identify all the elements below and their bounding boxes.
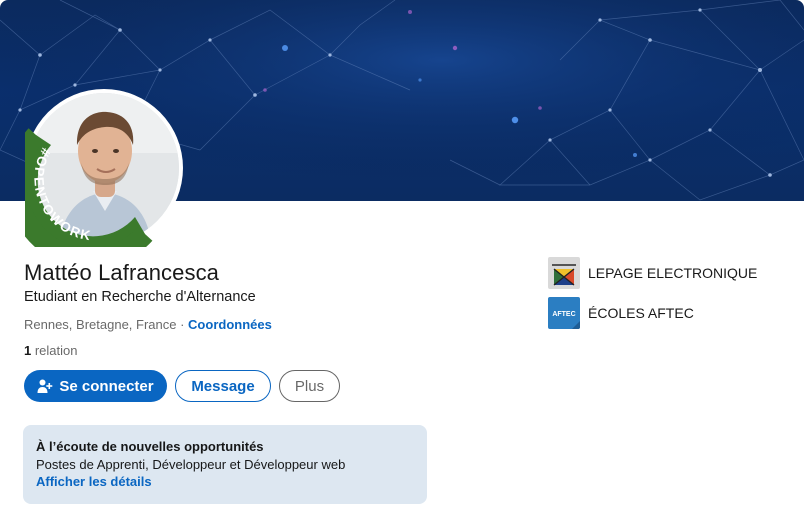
contact-info-link[interactable]: Coordonnées — [188, 317, 272, 332]
open-to-work-roles: Postes de Apprenti, Développeur et Dével… — [36, 457, 346, 472]
aftec-logo-icon: AFTEC — [548, 297, 580, 329]
aftec-logo-text: AFTEC — [552, 311, 575, 318]
connect-button[interactable]: Se connecter — [24, 370, 167, 402]
open-to-work-frame: #OPENTOWORK — [25, 128, 153, 247]
open-to-work-title: À l’écoute de nouvelles opportunités — [36, 439, 264, 454]
more-button[interactable]: Plus — [279, 370, 340, 402]
add-person-icon — [37, 379, 53, 393]
education-school[interactable]: AFTEC ÉCOLES AFTEC — [548, 297, 694, 329]
location-separator: · — [176, 317, 189, 332]
profile-location-line: Rennes, Bretagne, France · Coordonnées — [24, 317, 272, 332]
profile-location: Rennes, Bretagne, France — [24, 317, 177, 332]
lepage-logo-icon — [548, 257, 580, 289]
education-school-name: ÉCOLES AFTEC — [588, 305, 694, 321]
open-to-work-card[interactable]: À l’écoute de nouvelles opportunités Pos… — [23, 425, 427, 504]
current-company-name: LEPAGE ELECTRONIQUE — [588, 265, 758, 281]
relations-label: relation — [31, 343, 78, 358]
show-details-link[interactable]: Afficher les détails — [36, 474, 152, 489]
message-button[interactable]: Message — [175, 370, 271, 402]
profile-card: #OPENTOWORK Mattéo Lafrancesca Etudiant … — [0, 0, 804, 526]
profile-name: Mattéo Lafrancesca — [24, 260, 220, 285]
relations-count-line[interactable]: 1 relation — [24, 343, 77, 358]
current-company[interactable]: LEPAGE ELECTRONIQUE — [548, 257, 757, 289]
profile-headline: Etudiant en Recherche d'Alternance — [24, 289, 256, 305]
connect-button-label: Se connecter — [59, 377, 154, 395]
profile-photo[interactable]: #OPENTOWORK — [25, 89, 183, 247]
